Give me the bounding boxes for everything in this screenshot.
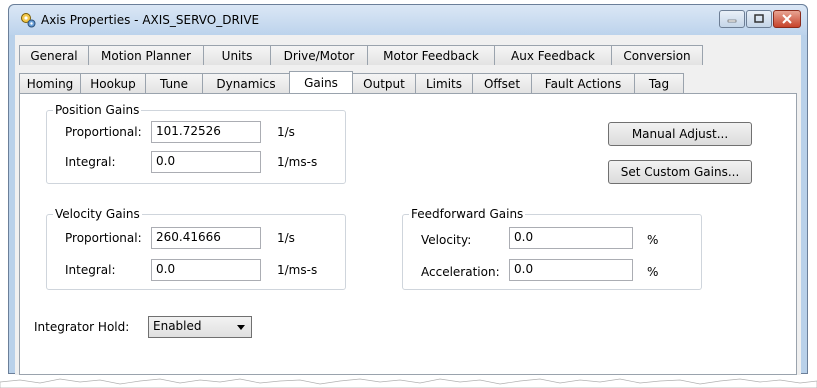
position-integral-input[interactable]: 0.0: [151, 151, 261, 173]
velocity-proportional-label: Proportional:: [65, 231, 142, 245]
tab-tag[interactable]: Tag: [634, 73, 684, 93]
title-bar[interactable]: Axis Properties - AXIS_SERVO_DRIVE: [9, 5, 807, 35]
minimize-button[interactable]: [719, 10, 745, 28]
velocity-integral-unit: 1/ms-s: [277, 263, 318, 277]
velocity-gains-group: Velocity Gains Proportional: 260.41666 1…: [46, 207, 346, 290]
close-button[interactable]: [773, 10, 801, 28]
tab-row-1: General Motion Planner Units Drive/Motor…: [19, 45, 703, 65]
minimize-icon: [727, 19, 737, 23]
chevron-down-icon: [237, 325, 245, 330]
tab-general[interactable]: General: [19, 45, 89, 65]
tab-row-2: Homing Hookup Tune Dynamics Gains Output…: [19, 71, 684, 93]
tab-gains[interactable]: Gains: [289, 71, 353, 93]
feedforward-acceleration-unit: %: [647, 265, 659, 279]
tab-motion-planner[interactable]: Motion Planner: [88, 45, 204, 65]
position-gains-title: Position Gains: [53, 103, 142, 117]
position-integral-label: Integral:: [65, 155, 116, 169]
gains-panel: Position Gains Proportional: 101.72526 1…: [19, 93, 797, 375]
maximize-button[interactable]: [746, 10, 772, 28]
feedforward-velocity-unit: %: [647, 233, 659, 247]
dialog-window: Axis Properties - AXIS_SERVO_DRIVE Gener…: [8, 4, 808, 375]
tab-aux-feedback[interactable]: Aux Feedback: [494, 45, 612, 65]
tab-conversion[interactable]: Conversion: [611, 45, 703, 65]
position-proportional-label: Proportional:: [65, 125, 142, 139]
tab-limits[interactable]: Limits: [415, 73, 473, 93]
integrator-hold-value: Enabled: [153, 319, 202, 333]
tab-hookup[interactable]: Hookup: [80, 73, 146, 93]
feedforward-acceleration-label: Acceleration:: [421, 265, 500, 279]
manual-adjust-button[interactable]: Manual Adjust...: [608, 122, 752, 146]
window-title: Axis Properties - AXIS_SERVO_DRIVE: [41, 13, 260, 27]
tab-fault-actions[interactable]: Fault Actions: [531, 73, 635, 93]
torn-edge: [0, 378, 817, 388]
position-integral-unit: 1/ms-s: [277, 155, 318, 169]
feedforward-acceleration-input[interactable]: 0.0: [509, 259, 633, 281]
feedforward-velocity-input[interactable]: 0.0: [509, 227, 633, 249]
tab-motor-feedback[interactable]: Motor Feedback: [367, 45, 495, 65]
tab-output[interactable]: Output: [352, 73, 416, 93]
maximize-icon: [754, 14, 764, 23]
tab-drive-motor[interactable]: Drive/Motor: [270, 45, 368, 65]
velocity-proportional-input[interactable]: 260.41666: [151, 227, 261, 249]
position-gains-group: Position Gains Proportional: 101.72526 1…: [46, 103, 346, 184]
tab-tune[interactable]: Tune: [145, 73, 203, 93]
tab-dynamics[interactable]: Dynamics: [202, 73, 290, 93]
dialog-client-area: General Motion Planner Units Drive/Motor…: [15, 35, 801, 375]
gear-icon: [21, 13, 36, 28]
feedforward-gains-group: Feedforward Gains Velocity: 0.0 % Accele…: [402, 207, 702, 290]
velocity-integral-label: Integral:: [65, 263, 116, 277]
close-icon: [782, 14, 792, 24]
integrator-hold-select[interactable]: Enabled: [148, 316, 252, 338]
set-custom-gains-button[interactable]: Set Custom Gains...: [608, 160, 752, 184]
position-proportional-unit: 1/s: [277, 125, 295, 139]
feedforward-velocity-label: Velocity:: [421, 233, 472, 247]
velocity-integral-input[interactable]: 0.0: [151, 259, 261, 281]
tab-homing[interactable]: Homing: [19, 73, 81, 93]
tab-offset[interactable]: Offset: [472, 73, 532, 93]
tab-units[interactable]: Units: [203, 45, 271, 65]
velocity-proportional-unit: 1/s: [277, 231, 295, 245]
position-proportional-input[interactable]: 101.72526: [151, 121, 261, 143]
feedforward-gains-title: Feedforward Gains: [409, 207, 526, 221]
integrator-hold-label: Integrator Hold:: [34, 320, 130, 334]
velocity-gains-title: Velocity Gains: [53, 207, 142, 221]
